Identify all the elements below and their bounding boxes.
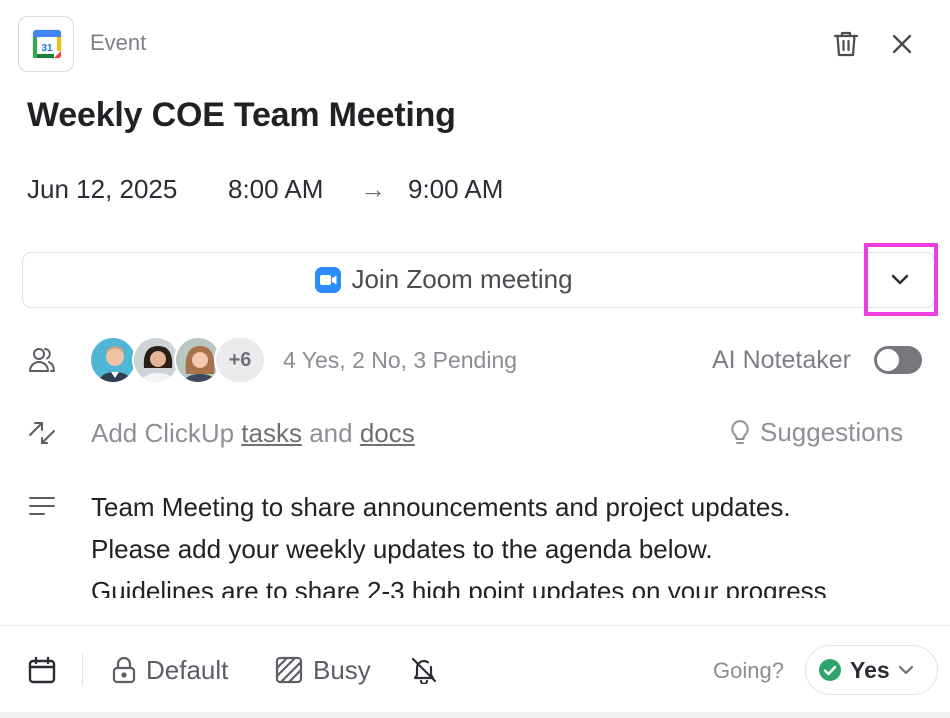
person-avatar-icon <box>91 338 135 382</box>
close-icon <box>892 34 912 54</box>
notifications-button[interactable] <box>404 650 444 690</box>
tasks-link[interactable]: tasks <box>241 418 302 448</box>
bottom-edge <box>0 712 950 718</box>
end-time[interactable]: 9:00 AM <box>408 174 503 205</box>
going-label: Going? <box>713 658 784 683</box>
delete-button[interactable] <box>826 24 866 64</box>
lock-icon <box>112 656 136 684</box>
calendar-button[interactable] <box>22 650 62 690</box>
add-clickup-conjunction: and <box>309 418 353 448</box>
app-icon: 31 <box>18 16 74 72</box>
add-clickup-prefix: Add ClickUp <box>91 418 235 448</box>
ai-notetaker-label: AI Notetaker <box>712 346 851 374</box>
description-line: Team Meeting to share announcements and … <box>91 492 791 522</box>
rsvp-response-dropdown[interactable]: Yes <box>805 645 938 695</box>
description-line: Please add your weekly updates to the ag… <box>91 534 713 564</box>
visibility-label: Default <box>146 654 229 685</box>
description-line: Guidelines are to share 2-3 high point u… <box>91 576 827 598</box>
people-icon <box>29 348 55 372</box>
event-description[interactable]: Team Meeting to share announcements and … <box>91 486 931 598</box>
calendar-icon <box>28 656 56 684</box>
start-time[interactable]: 8:00 AM <box>228 174 323 205</box>
arrow-right-icon: → <box>360 174 386 204</box>
link-arrows-icon <box>29 422 55 444</box>
add-clickup-line: Add ClickUp tasks and docs <box>91 418 415 449</box>
zoom-icon <box>315 266 342 293</box>
footer-separator <box>82 654 83 686</box>
availability-label: Busy <box>313 654 371 685</box>
hatched-square-icon <box>275 656 303 684</box>
suggestions-button[interactable]: Suggestions <box>728 417 903 448</box>
docs-link[interactable]: docs <box>360 418 415 448</box>
event-type-label: Event <box>90 30 147 55</box>
join-zoom-main[interactable]: Join Zoom meeting <box>23 253 865 306</box>
avatar-2[interactable] <box>132 336 180 384</box>
more-attendees-badge[interactable]: +6 <box>214 336 266 384</box>
close-button[interactable] <box>882 24 922 64</box>
google-calendar-icon: 31 <box>32 29 62 59</box>
event-date[interactable]: Jun 12, 2025 <box>27 174 177 205</box>
event-title[interactable]: Weekly COE Team Meeting <box>27 96 456 135</box>
suggestions-label: Suggestions <box>760 417 904 447</box>
rsvp-response-label: Yes <box>850 656 890 683</box>
toggle-knob <box>877 349 899 371</box>
lightbulb-icon <box>731 419 749 444</box>
visibility-button[interactable]: Default <box>112 652 228 688</box>
text-lines-icon <box>29 497 55 515</box>
trash-icon <box>833 31 859 57</box>
bell-off-icon <box>411 657 437 684</box>
footer-divider <box>0 625 950 626</box>
avatar-1[interactable] <box>89 336 137 384</box>
join-zoom-button[interactable]: Join Zoom meeting <box>22 252 935 308</box>
app-icon-day: 31 <box>41 43 53 54</box>
check-circle-icon <box>819 659 841 681</box>
join-zoom-label: Join Zoom meeting <box>351 264 573 294</box>
availability-button[interactable]: Busy <box>275 652 371 688</box>
ai-notetaker-toggle[interactable] <box>874 346 922 374</box>
zoom-options-dropdown[interactable] <box>866 253 934 306</box>
rsvp-summary[interactable]: 4 Yes, 2 No, 3 Pending <box>283 347 517 374</box>
chevron-down-icon <box>898 665 913 675</box>
chevron-down-icon <box>891 274 909 284</box>
